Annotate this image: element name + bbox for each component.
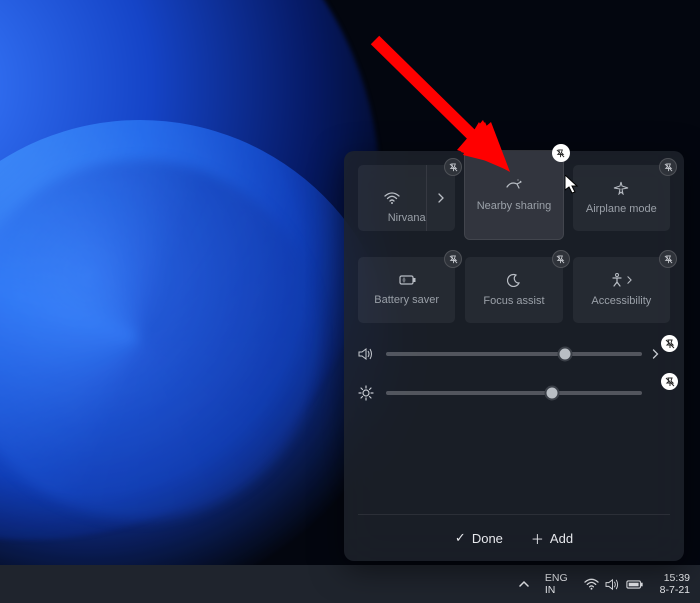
- unpin-icon[interactable]: [659, 250, 677, 268]
- time: 15:39: [660, 572, 690, 584]
- brightness-track[interactable]: [386, 391, 642, 395]
- sliders-section: [358, 347, 670, 401]
- unpin-icon[interactable]: [659, 158, 677, 176]
- quick-settings-row-1: Nirvana Nearby sharing Airplane mode: [358, 165, 670, 239]
- tile-label: Nirvana: [358, 212, 455, 224]
- lang-bottom: IN: [545, 584, 568, 596]
- unpin-icon[interactable]: [444, 250, 462, 268]
- date: 8-7-21: [660, 584, 690, 596]
- tile-nearby-sharing[interactable]: Nearby sharing: [465, 151, 562, 239]
- brightness-thumb[interactable]: [545, 386, 560, 401]
- done-label: Done: [472, 531, 503, 546]
- tile-label: Airplane mode: [586, 203, 657, 215]
- quick-settings-panel: Nirvana Nearby sharing Airplane mode: [344, 151, 684, 561]
- tray-overflow-button[interactable]: [513, 576, 535, 592]
- unpin-icon[interactable]: [552, 144, 570, 162]
- tile-battery-saver[interactable]: Battery saver: [358, 257, 455, 323]
- unpin-icon[interactable]: [552, 250, 570, 268]
- speaker-icon: [358, 347, 376, 361]
- speaker-icon: [605, 578, 620, 591]
- battery-saver-icon: [397, 274, 417, 286]
- system-tray[interactable]: [578, 576, 650, 593]
- sun-icon: [358, 385, 376, 401]
- volume-slider[interactable]: [358, 347, 670, 361]
- tile-label: Nearby sharing: [477, 200, 552, 212]
- airplane-icon: [613, 181, 629, 195]
- tile-label: Accessibility: [591, 295, 651, 307]
- unpin-icon[interactable]: [444, 158, 462, 176]
- accessibility-icon: [611, 273, 632, 287]
- panel-footer: ✓ Done ＋ Add: [358, 514, 670, 561]
- tile-label: Battery saver: [374, 294, 439, 306]
- tile-focus-assist[interactable]: Focus assist: [465, 257, 562, 323]
- tile-label: Focus assist: [483, 295, 544, 307]
- volume-track[interactable]: [386, 352, 642, 356]
- nearby-sharing-icon: [505, 178, 523, 192]
- tile-airplane-mode[interactable]: Airplane mode: [573, 165, 670, 231]
- wifi-icon: [384, 192, 400, 204]
- lang-top: ENG: [545, 572, 568, 584]
- quick-settings-row-2: Battery saver Focus assist Accessibility: [358, 257, 670, 323]
- brightness-slider[interactable]: [358, 385, 670, 401]
- clock[interactable]: 15:39 8-7-21: [660, 572, 690, 596]
- tile-accessibility[interactable]: Accessibility: [573, 257, 670, 323]
- add-button[interactable]: ＋ Add: [531, 529, 573, 548]
- unpin-icon[interactable]: [661, 335, 678, 352]
- taskbar: ENG IN 15:39 8-7-21: [0, 565, 700, 603]
- battery-icon: [626, 579, 644, 590]
- check-icon: ✓: [455, 530, 466, 546]
- wifi-icon: [584, 578, 599, 590]
- chevron-right-icon: [627, 276, 632, 284]
- tile-wifi[interactable]: Nirvana: [358, 165, 455, 231]
- unpin-icon[interactable]: [661, 373, 678, 390]
- chevron-right-icon: [438, 193, 444, 203]
- done-button[interactable]: ✓ Done: [455, 530, 503, 546]
- moon-icon: [507, 273, 521, 287]
- volume-thumb[interactable]: [558, 347, 573, 362]
- add-label: Add: [550, 531, 573, 546]
- plus-icon: ＋: [531, 529, 544, 548]
- language-indicator[interactable]: ENG IN: [545, 572, 568, 596]
